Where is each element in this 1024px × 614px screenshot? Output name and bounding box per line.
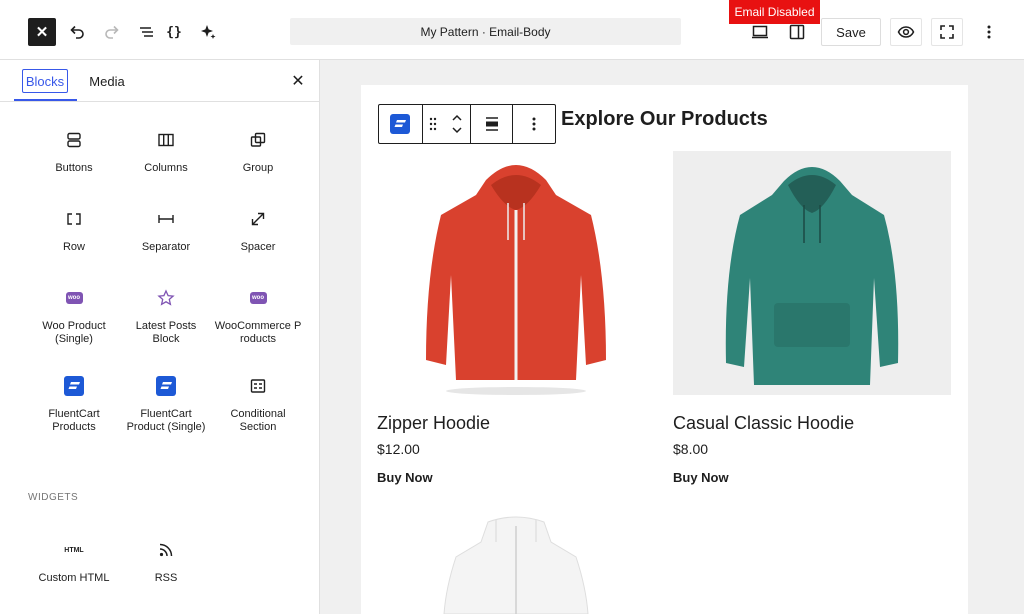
block-separator[interactable]: Separator bbox=[121, 207, 211, 254]
product-image[interactable] bbox=[377, 150, 655, 400]
woo-icon: woo bbox=[29, 286, 119, 310]
product-name[interactable]: Zipper Hoodie bbox=[377, 413, 490, 434]
editor-header: ✕ {} My Pattern · Email-Body Email Disab… bbox=[0, 0, 1024, 60]
block-mover bbox=[423, 105, 470, 143]
section-heading[interactable]: Explore Our Products bbox=[561, 108, 768, 131]
list-view-icon bbox=[140, 27, 153, 37]
buy-now-link[interactable]: Buy Now bbox=[377, 470, 433, 485]
product-image[interactable] bbox=[673, 151, 951, 395]
ai-assist-button[interactable] bbox=[194, 18, 222, 46]
code-editor-button[interactable]: {} bbox=[160, 18, 188, 46]
align-button[interactable] bbox=[469, 105, 514, 143]
block-label: Latest Posts Block bbox=[135, 320, 197, 345]
close-editor-button[interactable]: ✕ bbox=[28, 18, 56, 46]
block-label: FluentCart Product (Single) bbox=[126, 408, 206, 433]
jacket-image bbox=[443, 516, 589, 614]
close-icon: ✕ bbox=[35, 24, 49, 41]
options-menu-button[interactable] bbox=[975, 18, 1003, 46]
fluentcart-icon bbox=[390, 114, 411, 134]
align-icon bbox=[485, 117, 498, 131]
html-icon-text: HTML bbox=[64, 546, 84, 554]
desktop-icon bbox=[752, 25, 768, 39]
drag-handle-icon[interactable] bbox=[429, 117, 437, 131]
block-group[interactable]: Group bbox=[213, 128, 303, 175]
block-woocommerce-products[interactable]: woo WooCommerce Products bbox=[213, 286, 303, 346]
code-icon: {} bbox=[166, 24, 182, 40]
block-inserter-panel: Blocks Media ✕ Buttons Columns Group Row… bbox=[0, 60, 320, 614]
block-row[interactable]: Row bbox=[29, 207, 119, 254]
eye-icon bbox=[897, 26, 915, 38]
block-label: Conditional Section bbox=[230, 408, 286, 433]
redo-button[interactable] bbox=[98, 18, 126, 46]
block-buttons[interactable]: Buttons bbox=[29, 128, 119, 175]
block-toolbar bbox=[378, 104, 556, 144]
more-vertical-icon bbox=[987, 25, 991, 39]
device-preview-button[interactable] bbox=[746, 18, 774, 46]
undo-icon bbox=[70, 25, 84, 39]
product-price: $8.00 bbox=[673, 441, 709, 457]
group-icon bbox=[213, 128, 303, 152]
block-custom-html[interactable]: HTML Custom HTML bbox=[29, 538, 119, 585]
block-label: Woo Product (Single) bbox=[42, 320, 106, 345]
more-vertical-icon bbox=[532, 117, 536, 131]
hoodie-image bbox=[426, 165, 606, 395]
buy-now-link[interactable]: Buy Now bbox=[673, 470, 729, 485]
block-label: Spacer bbox=[240, 241, 276, 253]
block-label: FluentCart Products bbox=[48, 408, 100, 433]
spacer-icon bbox=[213, 207, 303, 231]
settings-sidebar-toggle[interactable] bbox=[783, 18, 811, 46]
sparkle-icon bbox=[201, 25, 216, 39]
html-icon: HTML bbox=[29, 538, 119, 562]
block-label: Separator bbox=[141, 241, 191, 253]
close-inserter-button[interactable]: ✕ bbox=[288, 71, 308, 91]
block-spacer[interactable]: Spacer bbox=[213, 207, 303, 254]
undo-button[interactable] bbox=[63, 18, 91, 46]
star-icon bbox=[121, 286, 211, 310]
block-conditional-section[interactable]: Conditional Section bbox=[213, 374, 303, 434]
buttons-icon bbox=[29, 128, 119, 152]
redo-icon bbox=[105, 25, 119, 39]
woo-icon: woo bbox=[213, 286, 303, 310]
save-button[interactable]: Save bbox=[821, 18, 881, 46]
block-label: RSS bbox=[154, 572, 178, 584]
block-label: Buttons bbox=[55, 162, 93, 174]
fullscreen-button[interactable] bbox=[931, 18, 963, 46]
block-label: Row bbox=[62, 241, 85, 253]
tab-media[interactable]: Media bbox=[88, 69, 126, 93]
block-label: Group bbox=[242, 162, 274, 174]
product-price: $12.00 bbox=[377, 441, 420, 457]
close-icon: ✕ bbox=[291, 73, 305, 90]
document-title[interactable]: My Pattern · Email-Body bbox=[290, 18, 681, 45]
active-tab-indicator bbox=[14, 99, 77, 101]
list-view-button[interactable] bbox=[133, 18, 161, 46]
block-fluentcart-product-single[interactable]: FluentCart Product (Single) bbox=[121, 374, 211, 434]
hoodie-image bbox=[725, 167, 899, 385]
tab-blocks[interactable]: Blocks bbox=[22, 69, 68, 93]
columns-icon bbox=[121, 128, 211, 152]
inserter-tabs: Blocks Media ✕ bbox=[0, 60, 320, 102]
block-woo-product-single[interactable]: woo Woo Product (Single) bbox=[29, 286, 119, 346]
product-image[interactable] bbox=[377, 512, 655, 614]
sidebar-toggle-icon bbox=[789, 24, 805, 40]
fullscreen-icon bbox=[940, 25, 954, 39]
preview-button[interactable] bbox=[890, 18, 922, 46]
block-latest-posts[interactable]: Latest Posts Block bbox=[121, 286, 211, 346]
separator-icon bbox=[121, 207, 211, 231]
fluentcart-icon bbox=[29, 374, 119, 398]
block-label: WooCommerce Products bbox=[214, 320, 302, 345]
fluentcart-icon bbox=[121, 374, 211, 398]
widgets-heading: WIDGETS bbox=[28, 492, 79, 503]
block-type-button[interactable] bbox=[379, 105, 423, 143]
rss-icon bbox=[121, 538, 211, 562]
move-up-down-icon[interactable] bbox=[451, 112, 463, 136]
block-label: Columns bbox=[144, 162, 188, 174]
block-fluentcart-products[interactable]: FluentCart Products bbox=[29, 374, 119, 434]
row-icon bbox=[29, 207, 119, 231]
block-rss[interactable]: RSS bbox=[121, 538, 211, 585]
block-columns[interactable]: Columns bbox=[121, 128, 211, 175]
product-name[interactable]: Casual Classic Hoodie bbox=[673, 413, 854, 434]
block-options-button[interactable] bbox=[513, 105, 555, 143]
block-label: Custom HTML bbox=[38, 572, 110, 584]
conditional-icon bbox=[213, 374, 303, 398]
